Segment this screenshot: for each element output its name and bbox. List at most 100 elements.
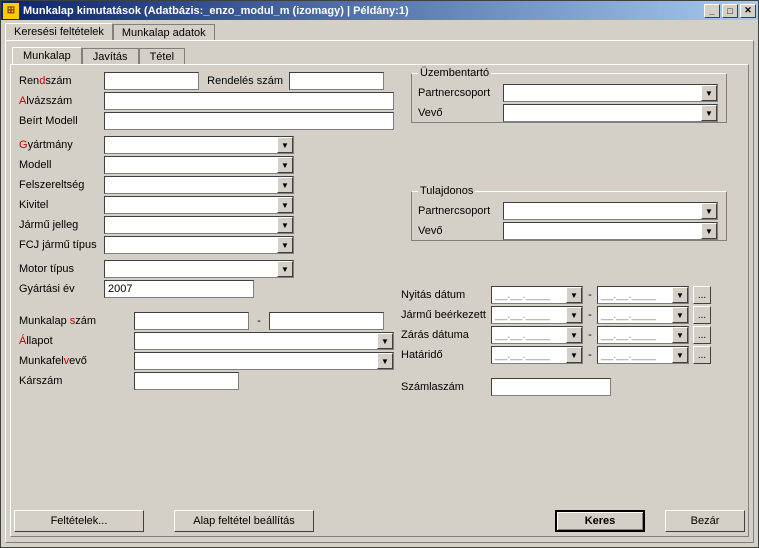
- szamlaszam-input[interactable]: [491, 378, 611, 396]
- chevron-down-icon: ▼: [277, 261, 293, 277]
- alvazszam-input[interactable]: [104, 92, 394, 110]
- alap-feltetel-button[interactable]: Alap feltétel beállítás: [174, 510, 314, 532]
- rendszam-input[interactable]: [104, 72, 199, 90]
- fcj-label: FCJ jármű típus: [19, 239, 104, 251]
- modell-label: Modell: [19, 159, 104, 171]
- window-title: Munkalap kimutatások (Adatbázis:_enzo_mo…: [23, 5, 409, 17]
- chevron-down-icon: ▼: [566, 307, 582, 323]
- munkafelvevo-combo[interactable]: ▼: [134, 352, 394, 370]
- szamlaszam-label: Számlaszám: [401, 381, 491, 393]
- tab-keresesi-feltetelek[interactable]: Keresési feltételek: [5, 23, 113, 40]
- tu-partnercsoport-label: Partnercsoport: [418, 205, 503, 217]
- minimize-button[interactable]: _: [704, 4, 720, 18]
- chevron-down-icon: ▼: [566, 287, 582, 303]
- tab-munkalap-adatok[interactable]: Munkalap adatok: [113, 24, 215, 41]
- titlebar: ⊞ Munkalap kimutatások (Adatbázis:_enzo_…: [1, 1, 758, 20]
- uz-partnercsoport-label: Partnercsoport: [418, 87, 503, 99]
- close-button[interactable]: ✕: [740, 4, 756, 18]
- uz-vevo-combo[interactable]: ▼: [503, 104, 718, 122]
- zarasdatuma-label: Zárás dátuma: [401, 329, 491, 341]
- uzembentarto-legend: Üzembentartó: [418, 67, 491, 79]
- gyartasiev-label: Gyártási év: [19, 283, 104, 295]
- jarmujelleg-label: Jármű jelleg: [19, 219, 104, 231]
- zarasdatuma-from[interactable]: __.__.____▼: [491, 326, 583, 344]
- tu-vevo-label: Vevő: [418, 225, 503, 237]
- uz-partnercsoport-combo[interactable]: ▼: [503, 84, 718, 102]
- hatarido-to[interactable]: __.__.____▼: [597, 346, 689, 364]
- fcj-combo[interactable]: ▼: [104, 236, 294, 254]
- chevron-down-icon: ▼: [672, 307, 688, 323]
- tu-partnercsoport-combo[interactable]: ▼: [503, 202, 718, 220]
- gyartasiev-input[interactable]: [104, 280, 254, 298]
- inner-content: Rendszám Rendelés szám Alvázszám Beírt M…: [10, 64, 749, 537]
- jarmujelleg-combo[interactable]: ▼: [104, 216, 294, 234]
- jarmu-be-to[interactable]: __.__.____▼: [597, 306, 689, 324]
- feltetelek-button[interactable]: Feltételek...: [14, 510, 144, 532]
- chevron-down-icon: ▼: [377, 353, 393, 369]
- inner-tabstrip: Munkalap Javítás Tétel: [10, 45, 749, 64]
- jarmu-be-from[interactable]: __.__.____▼: [491, 306, 583, 324]
- tab-tetel[interactable]: Tétel: [139, 48, 185, 65]
- allapot-label: Állapot: [19, 335, 134, 347]
- chevron-down-icon: ▼: [701, 85, 717, 101]
- chevron-down-icon: ▼: [701, 105, 717, 121]
- hatarido-from[interactable]: __.__.____▼: [491, 346, 583, 364]
- outer-tab-content: Munkalap Javítás Tétel Rendszám Rendelés…: [5, 40, 754, 543]
- nyitasdatum-more-button[interactable]: ...: [693, 286, 711, 304]
- chevron-down-icon: ▼: [566, 327, 582, 343]
- nyitasdatum-to[interactable]: __.__.____▼: [597, 286, 689, 304]
- munkalapszam-label: Munkalap szám: [19, 315, 134, 327]
- chevron-down-icon: ▼: [377, 333, 393, 349]
- zarasdatuma-more-button[interactable]: ...: [693, 326, 711, 344]
- app-icon: ⊞: [3, 3, 19, 19]
- beirtmodell-input[interactable]: [104, 112, 394, 130]
- tulajdonos-legend: Tulajdonos: [418, 185, 475, 197]
- chevron-down-icon: ▼: [277, 217, 293, 233]
- karszam-label: Kárszám: [19, 375, 134, 387]
- chevron-down-icon: ▼: [701, 203, 717, 219]
- modell-combo[interactable]: ▼: [104, 156, 294, 174]
- hatarido-more-button[interactable]: ...: [693, 346, 711, 364]
- allapot-combo[interactable]: ▼: [134, 332, 394, 350]
- bottom-bar: Feltételek... Alap feltétel beállítás Ke…: [14, 508, 745, 534]
- chevron-down-icon: ▼: [277, 157, 293, 173]
- beirtmodell-label: Beírt Modell: [19, 115, 104, 127]
- bezar-button[interactable]: Bezár: [665, 510, 745, 532]
- gyartmany-combo[interactable]: ▼: [104, 136, 294, 154]
- zarasdatuma-to[interactable]: __.__.____▼: [597, 326, 689, 344]
- chevron-down-icon: ▼: [672, 287, 688, 303]
- felszereltseg-label: Felszereltség: [19, 179, 104, 191]
- chevron-down-icon: ▼: [566, 347, 582, 363]
- jarmu-be-label: Jármű beérkezett: [401, 309, 491, 321]
- munkafelvevo-label: Munkafelvevő: [19, 355, 134, 367]
- dash-label: -: [249, 315, 269, 327]
- chevron-down-icon: ▼: [277, 237, 293, 253]
- gyartmany-label: Gyártmány: [19, 139, 104, 151]
- kivitel-combo[interactable]: ▼: [104, 196, 294, 214]
- tab-javitas[interactable]: Javítás: [82, 48, 139, 65]
- rendszam-label: Rendszám: [19, 75, 104, 87]
- motortipus-label: Motor típus: [19, 263, 104, 275]
- tab-munkalap[interactable]: Munkalap: [12, 47, 82, 64]
- chevron-down-icon: ▼: [701, 223, 717, 239]
- motortipus-combo[interactable]: ▼: [104, 260, 294, 278]
- nyitasdatum-from[interactable]: __.__.____▼: [491, 286, 583, 304]
- kivitel-label: Kivitel: [19, 199, 104, 211]
- chevron-down-icon: ▼: [277, 177, 293, 193]
- nyitasdatum-label: Nyitás dátum: [401, 289, 491, 301]
- maximize-button[interactable]: □: [722, 4, 738, 18]
- munkalapszam-to[interactable]: [269, 312, 384, 330]
- rendelesszam-input[interactable]: [289, 72, 384, 90]
- rendelesszam-label: Rendelés szám: [199, 75, 289, 87]
- keres-button[interactable]: Keres: [555, 510, 645, 532]
- karszam-input[interactable]: [134, 372, 239, 390]
- munkalapszam-from[interactable]: [134, 312, 249, 330]
- felszereltseg-combo[interactable]: ▼: [104, 176, 294, 194]
- jarmu-be-more-button[interactable]: ...: [693, 306, 711, 324]
- alvazszam-label: Alvázszám: [19, 95, 104, 107]
- outer-tabstrip: Keresési feltételek Munkalap adatok: [1, 20, 758, 40]
- chevron-down-icon: ▼: [277, 137, 293, 153]
- tu-vevo-combo[interactable]: ▼: [503, 222, 718, 240]
- uzembentarto-group: Üzembentartó Partnercsoport ▼ Vevő ▼: [411, 67, 727, 123]
- chevron-down-icon: ▼: [277, 197, 293, 213]
